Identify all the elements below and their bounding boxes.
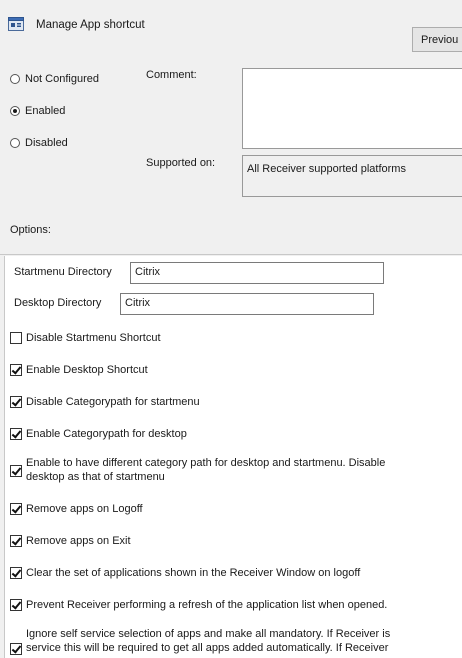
supported-on-label: Supported on: bbox=[146, 157, 216, 169]
desktop-directory-label: Desktop Directory bbox=[14, 297, 102, 309]
checkbox-label: Enable to have different category path f… bbox=[26, 456, 385, 484]
radio-label: Enabled bbox=[25, 105, 66, 117]
options-label: Options: bbox=[10, 224, 51, 236]
radio-label: Not Configured bbox=[25, 73, 99, 85]
disable-startmenu-shortcut-checkbox[interactable]: Disable Startmenu Shortcut bbox=[10, 331, 161, 345]
policy-setting-icon bbox=[8, 17, 24, 31]
enable-categorypath-desktop-checkbox[interactable]: Enable Categorypath for desktop bbox=[10, 427, 187, 441]
radio-not-configured[interactable]: Not Configured bbox=[10, 73, 99, 85]
startmenu-directory-label: Startmenu Directory bbox=[14, 266, 112, 278]
remove-apps-logoff-checkbox[interactable]: Remove apps on Logoff bbox=[10, 502, 143, 516]
checkbox-label: Prevent Receiver performing a refresh of… bbox=[26, 599, 388, 611]
disable-categorypath-startmenu-checkbox[interactable]: Disable Categorypath for startmenu bbox=[10, 395, 200, 409]
checkbox-box[interactable] bbox=[10, 643, 22, 655]
remove-apps-exit-checkbox[interactable]: Remove apps on Exit bbox=[10, 534, 131, 548]
startmenu-directory-input[interactable]: Citrix bbox=[130, 262, 384, 284]
checkbox-label: Enable Desktop Shortcut bbox=[26, 364, 148, 376]
checkbox-box[interactable] bbox=[10, 567, 22, 579]
checkbox-label: Disable Categorypath for startmenu bbox=[26, 396, 200, 408]
checkbox-label-line: desktop as that of startmenu bbox=[26, 471, 165, 483]
radio-indicator[interactable] bbox=[10, 106, 20, 116]
checkbox-box[interactable] bbox=[10, 428, 22, 440]
ignore-self-service-checkbox[interactable]: Ignore self service selection of apps an… bbox=[10, 627, 390, 655]
checkbox-box[interactable] bbox=[10, 364, 22, 376]
checkbox-label-line: service this will be required to get all… bbox=[26, 642, 389, 654]
comment-textarea[interactable] bbox=[242, 68, 462, 149]
supported-on-value: All Receiver supported platforms bbox=[242, 155, 462, 197]
clear-applications-logoff-checkbox[interactable]: Clear the set of applications shown in t… bbox=[10, 566, 360, 580]
checkbox-box[interactable] bbox=[10, 465, 22, 477]
different-category-path-checkbox[interactable]: Enable to have different category path f… bbox=[10, 456, 385, 484]
radio-indicator[interactable] bbox=[10, 74, 20, 84]
radio-indicator[interactable] bbox=[10, 138, 20, 148]
section-divider bbox=[0, 254, 462, 255]
radio-enabled[interactable]: Enabled bbox=[10, 105, 65, 117]
checkbox-label: Remove apps on Logoff bbox=[26, 503, 143, 515]
checkbox-label: Remove apps on Exit bbox=[26, 535, 131, 547]
radio-disabled[interactable]: Disabled bbox=[10, 137, 68, 149]
checkbox-box[interactable] bbox=[10, 503, 22, 515]
prevent-refresh-checkbox[interactable]: Prevent Receiver performing a refresh of… bbox=[10, 598, 387, 612]
enable-desktop-shortcut-checkbox[interactable]: Enable Desktop Shortcut bbox=[10, 363, 148, 377]
checkbox-label-line: Ignore self service selection of apps an… bbox=[26, 628, 391, 640]
checkbox-label: Ignore self service selection of apps an… bbox=[26, 627, 390, 655]
dialog-title: Manage App shortcut bbox=[36, 19, 145, 31]
checkbox-box[interactable] bbox=[10, 396, 22, 408]
checkbox-label: Clear the set of applications shown in t… bbox=[26, 567, 361, 579]
checkbox-box[interactable] bbox=[10, 599, 22, 611]
radio-label: Disabled bbox=[25, 137, 68, 149]
checkbox-box[interactable] bbox=[10, 535, 22, 547]
checkbox-label: Enable Categorypath for desktop bbox=[26, 428, 187, 440]
checkbox-label: Disable Startmenu Shortcut bbox=[26, 332, 161, 344]
checkbox-label-line: Enable to have different category path f… bbox=[26, 457, 386, 469]
checkbox-box[interactable] bbox=[10, 332, 22, 344]
comment-label: Comment: bbox=[146, 69, 197, 81]
desktop-directory-input[interactable]: Citrix bbox=[120, 293, 374, 315]
previous-setting-button[interactable]: Previou bbox=[412, 27, 462, 52]
